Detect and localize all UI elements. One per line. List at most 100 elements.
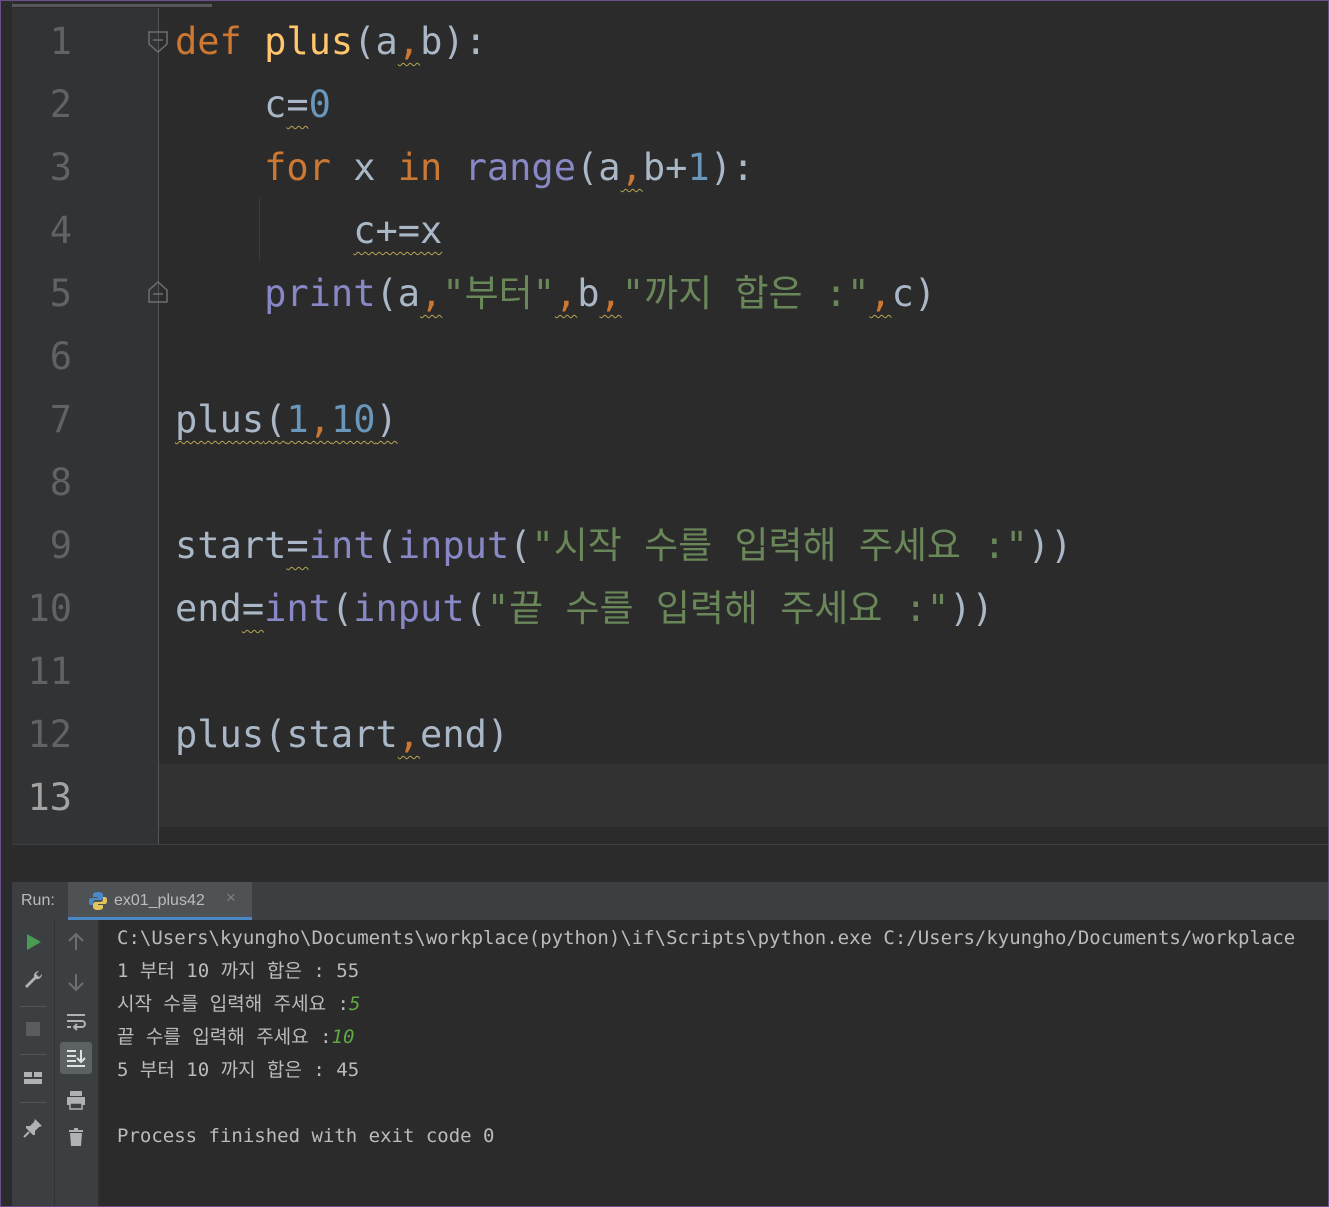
number: 1	[286, 398, 309, 441]
code-line-3[interactable]: for x in range(a,b+1):	[175, 136, 754, 199]
code-text: plus	[175, 398, 265, 441]
code-text: ))	[1027, 524, 1073, 567]
comma: ,	[869, 272, 892, 315]
soft-wrap-icon[interactable]	[64, 1009, 88, 1033]
python-file-icon	[89, 892, 107, 910]
stop-icon[interactable]	[21, 1017, 45, 1041]
code-text: c	[264, 83, 287, 126]
line-number: 7	[49, 398, 72, 441]
code-text: (a	[576, 146, 621, 189]
keyword: def	[175, 20, 242, 63]
fold-collapse-icon[interactable]	[147, 30, 169, 54]
run-tab[interactable]: ex01_plus42 ×	[68, 882, 252, 920]
run-console[interactable]: C:\Users\kyungho\Documents\workplace(pyt…	[99, 920, 1328, 1207]
run-icon[interactable]	[21, 930, 45, 954]
comma: ,	[397, 20, 421, 63]
code-text: (	[464, 587, 487, 630]
code-line-4[interactable]: c+=x	[175, 199, 442, 262]
comma: ,	[420, 272, 443, 315]
code-line-2[interactable]: c=0	[175, 73, 331, 136]
code-text: c)	[891, 272, 937, 315]
variable: end	[175, 587, 242, 630]
variable: start	[175, 524, 287, 567]
toolbar-separator	[20, 1054, 46, 1055]
layout-icon[interactable]	[21, 1066, 45, 1090]
code-line-12[interactable]: plus(start,end)	[175, 703, 509, 766]
line-number: 2	[49, 83, 72, 126]
keyword: for	[264, 146, 331, 189]
code-text: (a	[353, 20, 398, 63]
up-arrow-icon[interactable]	[64, 930, 88, 954]
run-toolbar-primary	[12, 920, 55, 1207]
code-text: ):	[709, 146, 755, 189]
string: "끝 수를 입력해 주세요 :"	[486, 587, 950, 630]
line-number: 6	[49, 335, 72, 378]
line-number: 12	[27, 713, 72, 756]
code-text: b	[577, 272, 600, 315]
code-text: x	[330, 146, 398, 189]
number: 10	[330, 398, 376, 441]
down-arrow-icon[interactable]	[64, 970, 88, 994]
run-toolbar-secondary	[55, 920, 99, 1207]
code-line-9[interactable]: start=int(input("시작 수를 입력해 주세요 :"))	[175, 514, 1072, 577]
scroll-to-end-icon[interactable]	[64, 1046, 88, 1070]
console-prompt: 끝 수를 입력해 주세요 :	[117, 1026, 332, 1048]
console-output-line: 1 부터 10 까지 합은 : 55	[117, 960, 360, 982]
run-label: Run:	[21, 892, 55, 909]
code-line-5[interactable]: print(a,"부터",b,"까지 합은 :",c)	[175, 262, 936, 325]
run-tab-name: ex01_plus42	[114, 892, 205, 909]
code-text: (	[509, 524, 532, 567]
panel-separator[interactable]	[12, 844, 1328, 883]
code-text: b):	[420, 20, 487, 63]
string: "시작 수를 입력해 주세요 :"	[531, 524, 1028, 567]
console-command-line: C:\Users\kyungho\Documents\workplace(pyt…	[117, 927, 1296, 949]
operator: =	[286, 83, 309, 126]
builtin: print	[264, 272, 376, 315]
close-icon[interactable]: ×	[226, 888, 236, 908]
code-text: ))	[949, 587, 994, 630]
gutter-border	[158, 8, 159, 844]
line-number: 4	[49, 209, 72, 252]
code-text: (	[375, 524, 398, 567]
line-number-active: 13	[27, 776, 72, 819]
toolbar-separator	[20, 1102, 46, 1103]
console-exit-line: Process finished with exit code 0	[117, 1125, 495, 1147]
comma: ,	[397, 713, 421, 756]
code-line-7[interactable]: plus(1,10)	[175, 388, 398, 451]
line-number: 3	[49, 146, 72, 189]
console-user-input: 5	[349, 993, 361, 1015]
builtin: range	[464, 146, 576, 189]
code-text: )	[375, 398, 398, 441]
operator: =	[286, 524, 309, 567]
comma: ,	[308, 398, 331, 441]
code-editor[interactable]: 1 2 3 4 5 6 7 8 9 10 11 12 13 def plus(a…	[12, 8, 1328, 844]
builtin: int	[264, 587, 331, 630]
string: "부터"	[442, 272, 555, 315]
code-line-10[interactable]: end=int(input("끝 수를 입력해 주세요 :"))	[175, 577, 994, 640]
code-text: end)	[420, 713, 510, 756]
code-text: c+=x	[353, 209, 443, 252]
number: 0	[308, 83, 331, 126]
code-line-1[interactable]: def plus(a,b):	[175, 10, 487, 73]
comma: ,	[599, 272, 622, 315]
line-number: 10	[27, 587, 72, 630]
pin-icon[interactable]	[21, 1116, 45, 1140]
code-text: (start	[264, 713, 398, 756]
console-prompt-line: 시작 수를 입력해 주세요 :5	[117, 988, 360, 1021]
code-text: plus	[175, 713, 265, 756]
trash-icon[interactable]	[64, 1125, 88, 1149]
current-line-highlight	[159, 764, 1328, 827]
print-icon[interactable]	[64, 1088, 88, 1112]
run-panel-header: Run: ex01_plus42 ×	[12, 882, 1328, 921]
fold-end-icon[interactable]	[147, 280, 169, 304]
wrench-icon[interactable]	[21, 968, 45, 992]
builtin: input	[353, 587, 465, 630]
code-text: (	[264, 398, 287, 441]
line-number: 11	[27, 650, 72, 693]
line-number: 9	[49, 524, 72, 567]
code-text: (	[330, 587, 354, 630]
